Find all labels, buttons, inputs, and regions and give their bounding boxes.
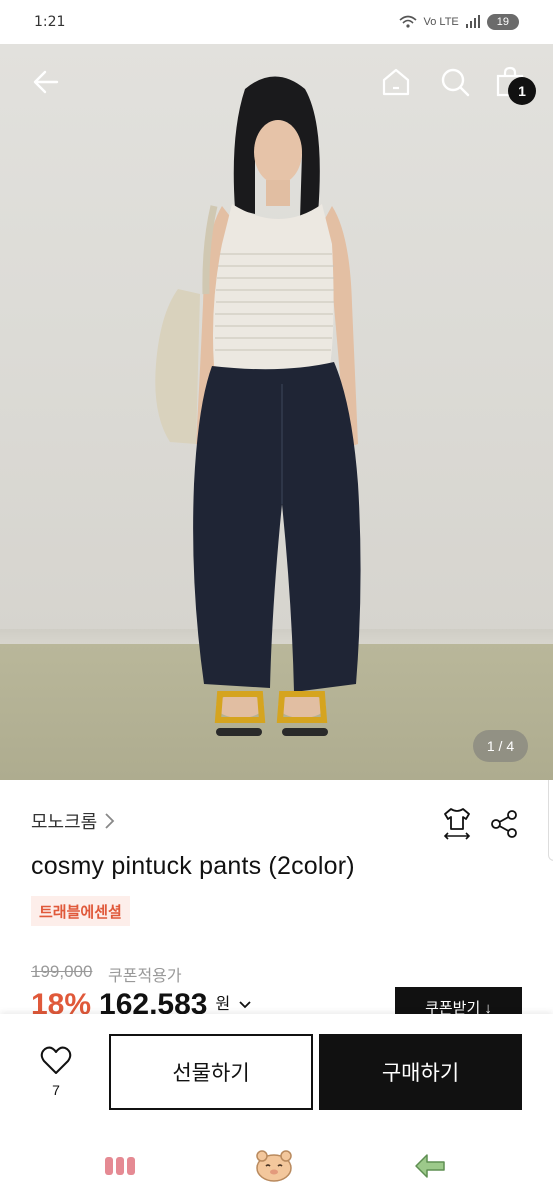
heart-icon <box>40 1046 72 1074</box>
status-bar: 1:21 Vo LTE 19 <box>0 0 553 44</box>
home-icon <box>382 68 410 96</box>
battery-indicator: 19 <box>486 14 519 30</box>
product-photo-model <box>155 76 361 736</box>
product-image-gallery[interactable]: 1 / 4 <box>0 44 553 780</box>
coupon-price-label: 쿠폰적용가 <box>108 968 182 985</box>
like-count: 7 <box>52 1082 60 1098</box>
share-icon <box>491 810 517 838</box>
like-button[interactable]: 7 <box>35 1046 77 1102</box>
size-guide-button[interactable] <box>440 806 474 840</box>
status-time: 1:21 <box>34 14 66 30</box>
back-button[interactable] <box>26 62 66 102</box>
gift-button[interactable]: 선물하기 <box>109 1034 313 1110</box>
back-system-button[interactable] <box>410 1148 450 1184</box>
cart-count-badge: 1 <box>508 77 536 105</box>
back-arrow-icon <box>415 1154 445 1178</box>
product-title: cosmy pintuck pants (2color) <box>31 852 355 880</box>
tshirt-size-icon <box>443 808 471 840</box>
brand-link[interactable]: 모노크롬 <box>31 808 115 834</box>
search-icon <box>441 68 470 97</box>
wifi-icon <box>399 15 418 28</box>
original-price: 199,000 <box>31 962 93 981</box>
status-indicators: Vo LTE 19 <box>399 14 519 30</box>
buy-button[interactable]: 구매하기 <box>319 1034 522 1110</box>
chevron-right-icon <box>105 813 115 829</box>
brand-name: 모노크롬 <box>31 812 98 832</box>
coupon-download-button[interactable]: 쿠폰받기 ↓ <box>395 987 522 1015</box>
recent-apps-icon <box>105 1157 135 1175</box>
home-button[interactable] <box>376 62 416 102</box>
arrow-left-icon <box>33 70 59 94</box>
signal-icon <box>465 15 480 28</box>
product-tag: 트래블에센셜 <box>31 896 130 926</box>
share-button[interactable] <box>487 807 521 841</box>
recent-apps-button[interactable] <box>100 1148 140 1184</box>
image-counter: 1 / 4 <box>473 730 528 762</box>
network-label: Vo LTE <box>423 16 459 28</box>
search-button[interactable] <box>435 62 475 102</box>
home-system-button[interactable] <box>254 1148 294 1184</box>
edge-handle[interactable] <box>548 780 553 861</box>
character-home-icon <box>256 1150 292 1182</box>
